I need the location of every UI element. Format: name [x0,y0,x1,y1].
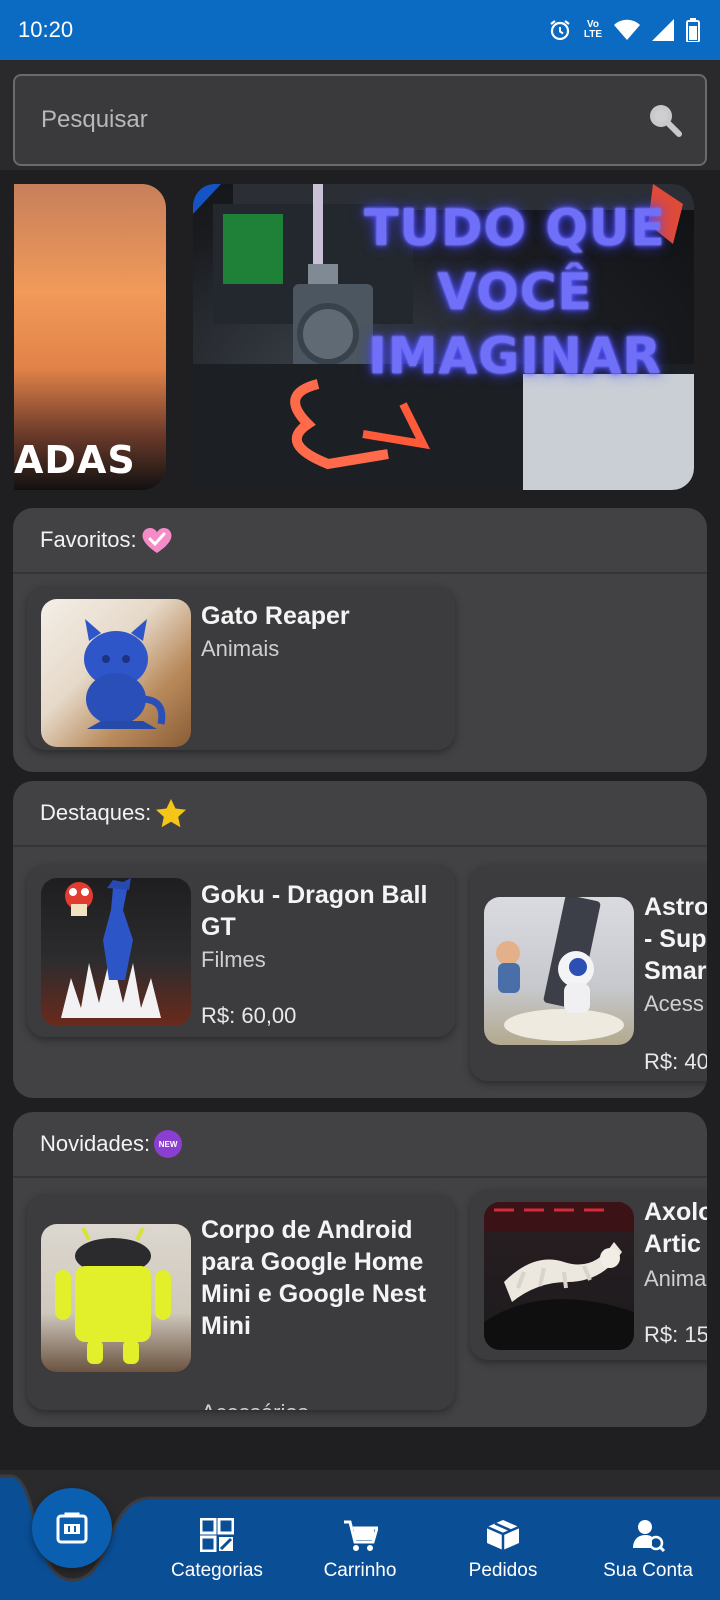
nav-label: Sua Conta [603,1560,693,1581]
item-category: Animais [201,636,280,661]
item-name: Gato Reaper [201,602,350,630]
novidades-section: Novidades: NEW Corpo de Android para Goo… [13,1112,707,1427]
item-category: Filmes [201,947,266,972]
new-item[interactable]: Axolo Artic Anima R$: 15 [470,1190,707,1360]
destaques-title: Destaques: [40,800,152,825]
nav-categorias[interactable]: Categorias [157,1518,277,1582]
item-category: Acess [644,991,704,1016]
signal-icon [652,19,674,41]
favoritos-section: Favoritos: Gato Reaper Animais [13,508,707,772]
novidades-header: Novidades: NEW [13,1112,707,1178]
cart-icon [344,1520,378,1551]
nav-label: Pedidos [468,1560,538,1581]
novidades-title: Novidades: [40,1131,151,1156]
battery-icon [686,18,700,42]
destaques-section: Destaques: Goku - Dragon Ball GT Filmes … [13,781,707,1098]
status-time: 10:20 [18,17,74,42]
volte-icon: Vo LTE [584,20,602,40]
favorite-item[interactable]: Gato Reaper Animais [27,586,455,750]
favoritos-title: Favoritos: [40,527,137,552]
item-category: Acessórios [201,1400,309,1410]
nav-carrinho[interactable]: Carrinho [300,1518,420,1582]
nav-sua-conta[interactable]: Sua Conta [588,1518,708,1582]
new-badge-text: NEW [158,1139,178,1149]
grid-icon [200,1518,234,1552]
item-name: Astro - Sup Smar [644,893,707,985]
banner-main[interactable]: TUDO QUE VOCÊ IMAGINAR [193,184,694,490]
nav-pedidos[interactable]: Pedidos [443,1518,563,1582]
nav-label: Carrinho [323,1560,397,1581]
alarm-icon [550,20,570,41]
item-price: R$: 60,00 [201,1003,297,1028]
banner-headline: TUDO QUE VOCÊ IMAGINAR [364,199,666,385]
gato-reaper-image [41,599,191,747]
item-name: Corpo de Android para Google Home Mini e… [201,1216,427,1340]
item-price: R$: 40 [644,1049,707,1074]
featured-item[interactable]: Goku - Dragon Ball GT Filmes R$: 60,00 [27,865,455,1037]
goku-image [41,878,191,1026]
status-bar: 10:20 Vo LTE [0,0,720,60]
heart-check-icon [142,527,172,553]
search-placeholder: Pesquisar [41,106,148,133]
new-badge-icon: NEW [154,1130,183,1158]
axolotl-image [484,1202,634,1350]
wifi-icon [614,19,640,40]
account-icon [633,1520,665,1552]
featured-item[interactable]: Astro - Sup Smar Acess R$: 40 [470,865,707,1081]
nav-label: Categorias [171,1560,263,1581]
banner-previous[interactable]: ADAS [14,184,166,490]
status-icons: Vo LTE [548,18,700,42]
box-icon [486,1520,520,1550]
item-name: Goku - Dragon Ball GT [201,881,428,941]
favoritos-header: Favoritos: [13,508,707,574]
new-item[interactable]: Corpo de Android para Google Home Mini e… [27,1194,455,1410]
volte-bottom: LTE [583,29,602,40]
item-price: R$: 15 [644,1322,707,1347]
search-bar-area: Pesquisar [0,60,720,170]
store-bag-icon [56,1512,88,1544]
astronaut-stand-image [484,897,634,1045]
star-icon [156,799,187,828]
banner-left-text: ADAS [14,438,136,482]
android-body-image [41,1224,191,1372]
destaques-header: Destaques: [13,781,707,847]
search-icon[interactable] [647,102,683,138]
store-fab-button[interactable] [32,1488,112,1568]
item-category: Anima [644,1266,707,1291]
bottom-navigation: Categorias Carrinho Pedidos Sua Conta [0,1470,720,1600]
item-name: Axolo Artic [644,1198,707,1258]
search-input[interactable]: Pesquisar [13,74,707,166]
